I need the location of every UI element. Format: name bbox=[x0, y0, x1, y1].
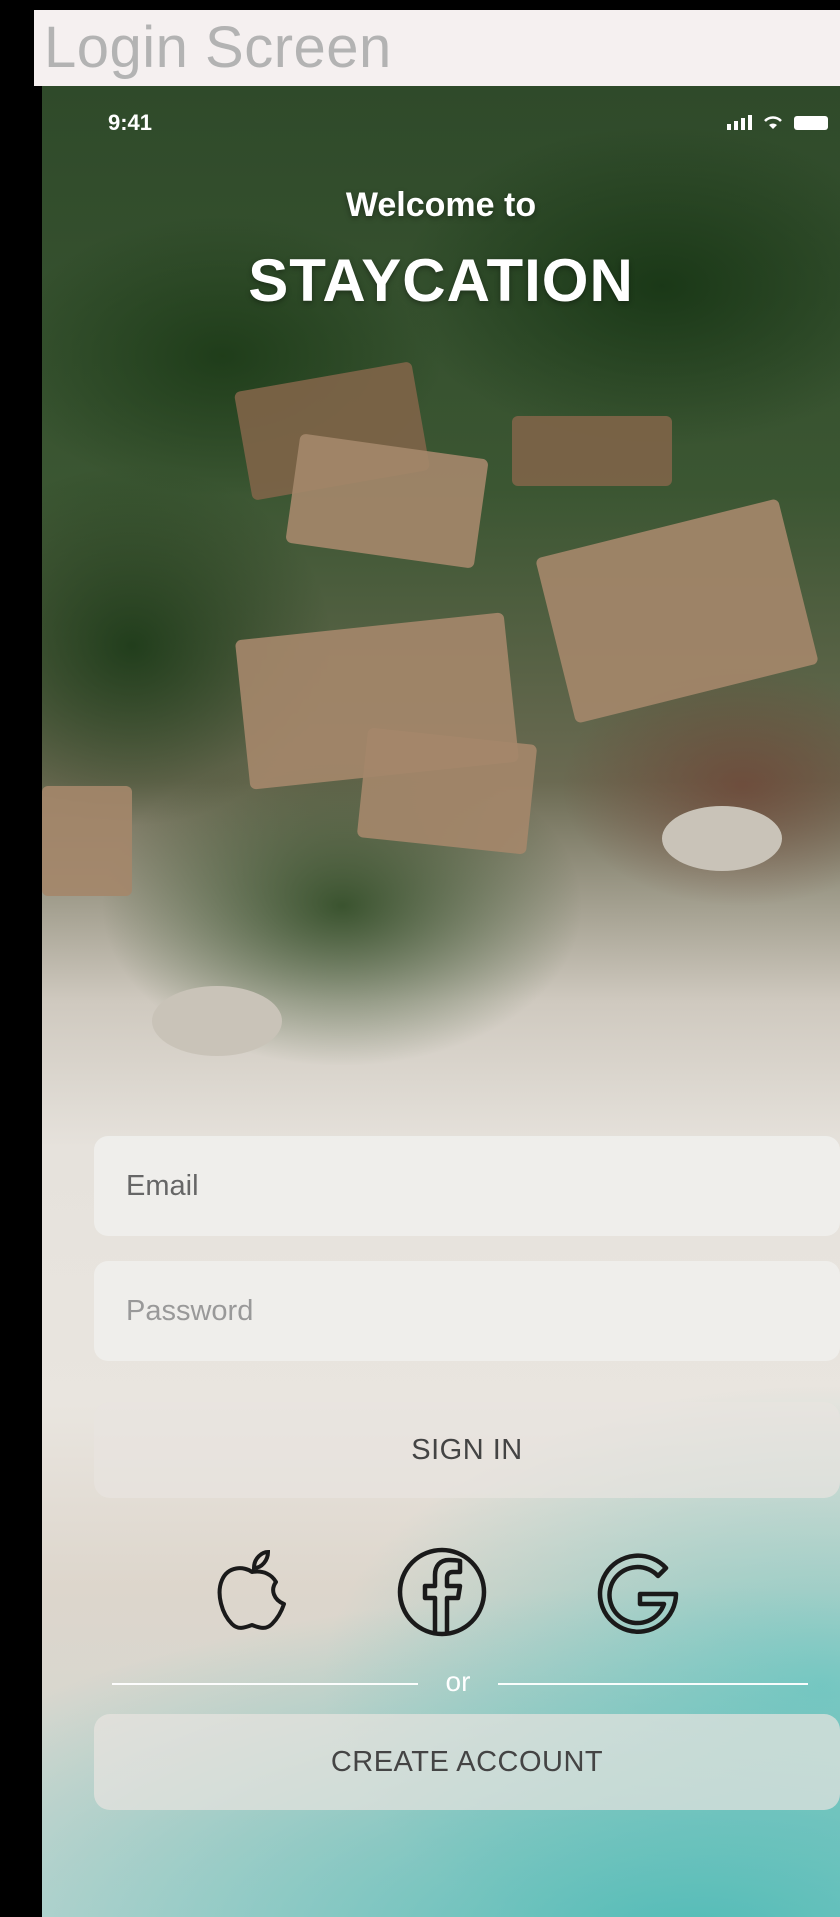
status-icons bbox=[727, 114, 828, 130]
email-field[interactable] bbox=[94, 1136, 840, 1236]
background-hut bbox=[535, 498, 819, 724]
password-field[interactable] bbox=[94, 1261, 840, 1361]
google-icon[interactable] bbox=[588, 1542, 688, 1642]
status-time: 9:41 bbox=[108, 110, 153, 135]
battery-icon bbox=[794, 116, 828, 130]
facebook-icon[interactable] bbox=[392, 1542, 492, 1642]
beach-umbrella bbox=[152, 986, 282, 1056]
divider-or-label: or bbox=[445, 1666, 471, 1697]
background-hut bbox=[512, 416, 672, 486]
wifi-icon bbox=[764, 116, 782, 129]
cellular-signal-icon bbox=[727, 115, 752, 130]
divider-line-left bbox=[112, 1683, 418, 1685]
background-hut bbox=[42, 786, 132, 896]
email-input[interactable] bbox=[124, 1168, 840, 1204]
window-titlebar: Login Screen bbox=[34, 10, 840, 86]
create-account-button[interactable]: CREATE ACCOUNT bbox=[94, 1714, 840, 1810]
password-input[interactable] bbox=[124, 1293, 840, 1329]
phone-screen: 9:41 Welcome to STAYCATION SIGN IN or bbox=[42, 86, 840, 1917]
welcome-text: Welcome to bbox=[345, 186, 537, 224]
brand-title: STAYCATION bbox=[248, 247, 634, 314]
sign-in-button[interactable]: SIGN IN bbox=[94, 1402, 840, 1498]
beach-umbrella bbox=[662, 806, 782, 871]
divider-line-right bbox=[498, 1683, 808, 1685]
background-hut bbox=[356, 727, 538, 855]
apple-icon[interactable] bbox=[202, 1542, 302, 1642]
status-bar: 9:41 bbox=[42, 86, 840, 156]
window-title: Login Screen bbox=[44, 15, 392, 80]
background-hut bbox=[285, 433, 489, 569]
